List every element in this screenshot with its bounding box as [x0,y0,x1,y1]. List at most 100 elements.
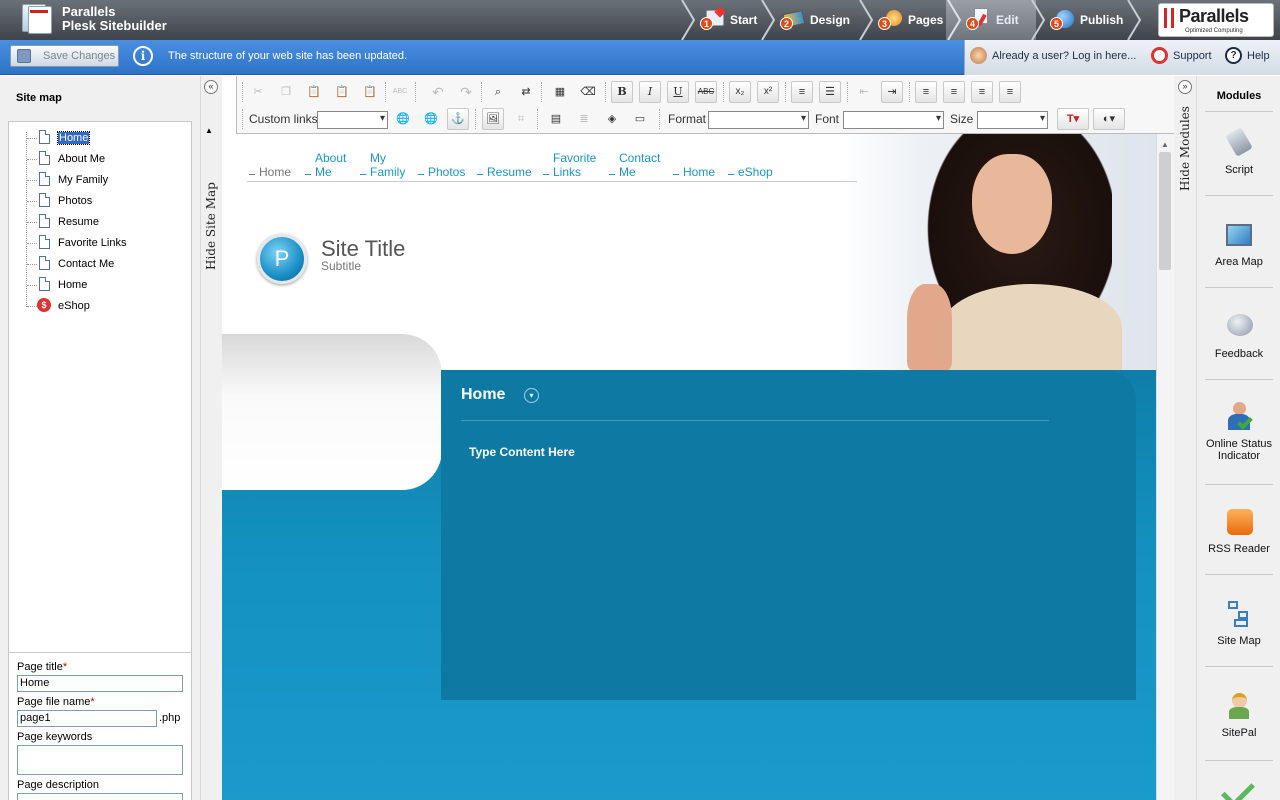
tree-item-contact-me[interactable]: Contact Me [9,254,191,275]
module-script[interactable]: Script [1205,127,1273,176]
step-edit[interactable]: 4 Edit [946,0,1036,40]
numbered-list-icon[interactable]: ≡ [791,81,813,103]
module-rss-reader[interactable]: RSS Reader [1205,507,1273,555]
canvas-scrollbar[interactable]: ▲ [1156,134,1174,800]
site-nav-my-family[interactable]: My Family [360,151,405,179]
site-nav-favorite-links[interactable]: Favorite Links [543,151,596,179]
align-right-icon[interactable]: ≡ [971,81,993,103]
unlink-icon[interactable]: 🌐 [420,108,442,130]
tree-item-home-2[interactable]: Home [9,275,191,296]
site-map-title: Site map [16,92,62,104]
crop-icon[interactable]: ⌗ [510,108,532,130]
site-nav-eshop[interactable]: eShop [728,165,773,179]
page-heading[interactable]: Home [461,386,505,404]
align-justify-icon[interactable]: ≡ [999,81,1021,103]
site-nav-contact-me[interactable]: Contact Me [609,151,660,179]
site-nav-resume[interactable]: Resume [477,165,532,179]
align-left-icon[interactable]: ≡ [915,81,937,103]
help-link[interactable]: ? Help [1225,47,1270,64]
save-changes-button[interactable]: Save Changes [10,45,119,67]
undo-icon[interactable]: ↶ [427,81,449,103]
chevron-down-icon[interactable]: ▾ [524,388,539,403]
support-link[interactable]: Support [1151,47,1212,64]
scroll-up-icon[interactable]: ▲ [1161,140,1169,149]
page-break-icon[interactable]: ▭ [629,108,651,130]
bullet-list-icon[interactable]: ☰ [819,81,841,103]
tree-item-home[interactable]: Home [9,128,191,149]
module-area-map[interactable]: Area Map [1205,220,1273,268]
link-icon[interactable]: 🌐 [392,108,414,130]
tree-item-my-family[interactable]: My Family [9,170,191,191]
site-nav-home[interactable]: Home [249,165,291,179]
copy-icon[interactable]: ❐ [275,81,297,103]
format-select[interactable] [708,111,809,129]
module-online-status-indicator[interactable]: Online Status Indicator [1205,402,1273,462]
collapse-right-icon[interactable]: » [1178,80,1192,94]
paste-icon[interactable]: 📋 [303,81,325,103]
page-description-textarea[interactable] [17,793,183,800]
step-publish[interactable]: 5 Publish [1030,0,1140,40]
module-partial-icon[interactable] [1221,774,1255,800]
indent-icon[interactable]: ⇥ [881,81,903,103]
hide-site-map-strip[interactable]: « Hide Site Map ▲ [200,76,222,800]
module-feedback[interactable]: Feedback [1205,312,1273,360]
scrollbar-thumb[interactable] [1159,152,1171,270]
tree-item-about-me[interactable]: About Me [9,149,191,170]
page-title-input[interactable]: Home [17,675,183,692]
find-icon[interactable]: ⌕ [487,81,509,103]
paste-word-icon[interactable]: 📋 [359,81,381,103]
site-nav-about-me[interactable]: About Me [305,151,346,179]
tree-item-resume[interactable]: Resume [9,212,191,233]
page-keywords-textarea[interactable] [17,745,183,775]
strikethrough-button[interactable]: ABC [695,81,717,103]
tree-item-favorite-links[interactable]: Favorite Links [9,233,191,254]
superscript-button[interactable]: x² [757,81,779,103]
tree-item-eshop[interactable]: $ eShop [9,296,191,317]
site-nav-home-2[interactable]: Home [673,165,715,179]
hide-modules-label[interactable]: Hide Modules [1178,106,1192,191]
table-icon[interactable]: ▤ [545,108,567,130]
heading-divider [461,420,1049,421]
special-char-icon[interactable]: ◈ [601,108,623,130]
module-sitepal[interactable]: SitePal [1205,691,1273,739]
page-content-text[interactable]: Type Content Here [469,445,575,459]
module-site-map[interactable]: Site Map [1205,599,1273,647]
step-pages[interactable]: 3 Pages [858,0,946,40]
underline-button[interactable]: U [667,81,689,103]
align-center-icon[interactable]: ≡ [943,81,965,103]
site-subtitle[interactable]: Subtitle [321,259,361,273]
redo-icon[interactable]: ↷ [455,81,477,103]
font-select[interactable] [843,111,944,129]
horizontal-rule-icon[interactable]: ≣ [573,108,595,130]
custom-links-select[interactable] [317,111,388,129]
page-editor-canvas[interactable]: Home About Me My Family Photos Resume Fa… [222,134,1156,800]
italic-button[interactable]: I [639,81,661,103]
cut-icon[interactable]: ✂ [247,81,269,103]
text-color-icon[interactable]: T▾ [1057,108,1089,130]
content-area[interactable]: Home ▾ Type Content Here [441,370,1136,700]
site-logo[interactable]: P [257,234,307,284]
eraser-icon[interactable]: ⌫ [577,81,599,103]
toolbar-collapse-icon[interactable]: ▲ [205,126,213,135]
outdent-icon[interactable]: ⇤ [853,81,875,103]
select-all-icon[interactable]: ▦ [549,81,571,103]
background-color-icon[interactable]: ◐▾ [1093,108,1125,130]
parallels-vendor-logo[interactable]: Parallels Optimized Computing [1158,3,1274,37]
tree-item-photos[interactable]: Photos [9,191,191,212]
bold-button[interactable]: B [611,81,633,103]
page-file-name-input[interactable]: page1 [17,710,157,727]
tree-item-label: Contact Me [58,258,115,270]
spellcheck-icon[interactable]: ABC [389,81,411,103]
subscript-button[interactable]: x₂ [729,81,751,103]
site-nav-photos[interactable]: Photos [418,165,465,179]
anchor-icon[interactable]: ⚓ [447,108,469,130]
login-link[interactable]: Already a user? Log in here... [970,47,1136,64]
replace-icon[interactable]: ⇄ [515,81,537,103]
paste-text-icon[interactable]: 📋 [331,81,353,103]
image-icon[interactable]: 🖼 [482,108,504,130]
hide-modules-strip[interactable]: » Hide Modules [1174,76,1196,800]
step-design[interactable]: 2 Design [760,0,858,40]
collapse-left-icon[interactable]: « [204,80,218,94]
step-start[interactable]: 1 Start [680,0,770,40]
size-select[interactable] [977,111,1048,129]
